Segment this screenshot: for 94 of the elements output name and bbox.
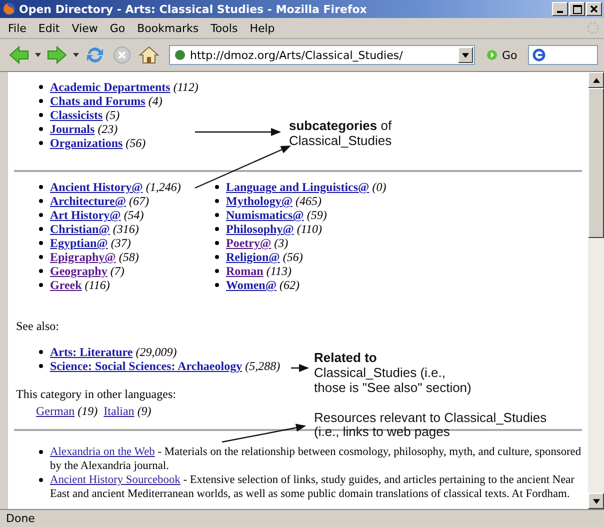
scrollbar[interactable] bbox=[588, 72, 604, 509]
item-count: (4) bbox=[148, 94, 162, 108]
annotation-text: Related to Classical_Studies (i.e., those is "See also" section) bbox=[314, 350, 479, 395]
item-count: (5,288) bbox=[245, 359, 280, 373]
minimize-button[interactable] bbox=[552, 2, 568, 16]
category-link[interactable]: Religion@ bbox=[226, 250, 280, 264]
scroll-up-button[interactable] bbox=[588, 72, 604, 88]
category-link[interactable]: Mythology@ bbox=[226, 194, 292, 208]
category-link[interactable]: Greek bbox=[50, 278, 82, 292]
category-link[interactable]: Art History@ bbox=[50, 208, 121, 222]
play-icon bbox=[486, 49, 498, 61]
forward-button[interactable] bbox=[46, 44, 68, 66]
item-count: (29,009) bbox=[136, 345, 177, 359]
scroll-down-button[interactable] bbox=[588, 493, 604, 509]
throbber-icon bbox=[586, 21, 600, 35]
annotation-title: Related to bbox=[314, 350, 378, 365]
item-count: (23) bbox=[98, 122, 118, 136]
up-arrow-icon bbox=[592, 78, 600, 82]
category-link[interactable]: Egyptian@ bbox=[50, 236, 108, 250]
item-count: (110) bbox=[296, 222, 322, 236]
category-link[interactable]: Epigraphy@ bbox=[50, 250, 116, 264]
item-count: (1,246) bbox=[146, 180, 181, 194]
category-link[interactable]: Christian@ bbox=[50, 222, 110, 236]
category-link[interactable]: Journals bbox=[50, 122, 95, 136]
category-link[interactable]: Ancient History@ bbox=[50, 180, 143, 194]
arrow bbox=[291, 364, 309, 372]
item-count: (56) bbox=[282, 250, 303, 264]
annotation-text: Resources relevant to Classical_Studies (i.e., links to web pages bbox=[314, 411, 548, 439]
search-engine-icon bbox=[532, 48, 546, 62]
go-button[interactable]: Go bbox=[486, 48, 518, 62]
globe-icon bbox=[2, 2, 16, 16]
site-entry: Ancient History Sourcebook - Extensive selection of links, study guides, and articles pertaining to the ancient Near East and ancient Mediterranean worlds, as well as some public domain translations of classical texts. At Fordham. bbox=[50, 473, 576, 501]
site-link[interactable]: Alexandria on the Web bbox=[50, 446, 155, 458]
address-field[interactable]: http://dmoz.org/Arts/Classical_Studies/ bbox=[169, 45, 475, 65]
language-link[interactable]: Italian bbox=[104, 404, 134, 418]
item-count: (67) bbox=[129, 194, 150, 208]
menu-item[interactable]: Edit bbox=[38, 22, 60, 34]
back-button[interactable] bbox=[8, 44, 30, 66]
item-count: (37) bbox=[110, 236, 131, 250]
category-link[interactable]: Classicists bbox=[50, 108, 103, 122]
site-link[interactable]: Ancient History Sourcebook bbox=[50, 474, 180, 486]
dropdown-icon[interactable] bbox=[73, 53, 79, 57]
item-count: (316) bbox=[112, 222, 139, 236]
item-count: (7) bbox=[110, 264, 124, 278]
menu-item[interactable]: View bbox=[72, 22, 98, 34]
category-link[interactable]: Science: Social Sciences: Archaeology bbox=[50, 359, 242, 373]
item-count: (465) bbox=[296, 194, 322, 208]
item-count: (112) bbox=[173, 80, 198, 94]
menu-item[interactable]: Help bbox=[250, 22, 275, 34]
item-count: (5) bbox=[106, 108, 120, 122]
category-link[interactable]: Roman bbox=[226, 264, 264, 278]
language-link[interactable]: German bbox=[36, 404, 75, 418]
menu-item[interactable]: File bbox=[8, 22, 26, 34]
category-link[interactable]: Chats and Forums bbox=[50, 94, 146, 108]
item-count: (59) bbox=[306, 208, 327, 222]
category-link[interactable]: Philosophy@ bbox=[226, 222, 294, 236]
item-count: (56) bbox=[126, 136, 146, 150]
dropdown-icon[interactable] bbox=[35, 53, 41, 57]
item-count: (19) bbox=[78, 404, 98, 418]
item-count: (54) bbox=[124, 208, 144, 222]
status-text: Done bbox=[6, 512, 35, 525]
section-label: This category in other languages: bbox=[16, 387, 176, 401]
category-link[interactable]: Organizations bbox=[50, 136, 123, 150]
close-icon bbox=[590, 5, 598, 13]
caret-icon bbox=[462, 52, 469, 58]
category-link[interactable]: Academic Departments bbox=[50, 80, 170, 94]
dropdown-button[interactable] bbox=[458, 47, 473, 63]
item-count: (3) bbox=[274, 236, 288, 250]
item-count: (113) bbox=[266, 264, 292, 278]
site-entry: Alexandria on the Web - Materials on the relationship between cosmology, philosophy, myth, and culture, sponsored by the Alexandria journal. bbox=[50, 445, 582, 473]
category-link[interactable]: Poetry@ bbox=[226, 236, 272, 250]
category-link[interactable]: Numismatics@ bbox=[226, 208, 304, 222]
home-button[interactable] bbox=[138, 44, 160, 66]
item-count: (62) bbox=[280, 278, 300, 292]
section-label: See also: bbox=[16, 319, 59, 333]
site-icon bbox=[174, 49, 186, 61]
item-count: (58) bbox=[118, 250, 139, 264]
category-link[interactable]: Language and Linguistics@ bbox=[226, 180, 370, 194]
search-field[interactable] bbox=[528, 45, 598, 65]
down-arrow-icon bbox=[592, 498, 600, 504]
maximize-button[interactable] bbox=[569, 2, 585, 16]
close-button[interactable] bbox=[586, 2, 602, 16]
menu-item[interactable]: Bookmarks bbox=[137, 22, 199, 34]
item-count: (9) bbox=[137, 404, 152, 418]
category-link[interactable]: Geography bbox=[50, 264, 108, 278]
category-link[interactable]: Arts: Literature bbox=[50, 345, 133, 359]
item-count: (116) bbox=[84, 278, 110, 292]
window-title: Open Directory - Arts: Classical Studies - Mozilla Firefox bbox=[19, 2, 368, 16]
annotation-text: subcategories of Classical_Studies bbox=[289, 118, 393, 148]
menu-item[interactable]: Tools bbox=[210, 22, 238, 34]
category-link[interactable]: Women@ bbox=[226, 278, 276, 292]
menu-item[interactable]: Go bbox=[110, 22, 126, 34]
category-link[interactable]: Architecture@ bbox=[50, 194, 126, 208]
item-count: (0) bbox=[372, 180, 386, 194]
